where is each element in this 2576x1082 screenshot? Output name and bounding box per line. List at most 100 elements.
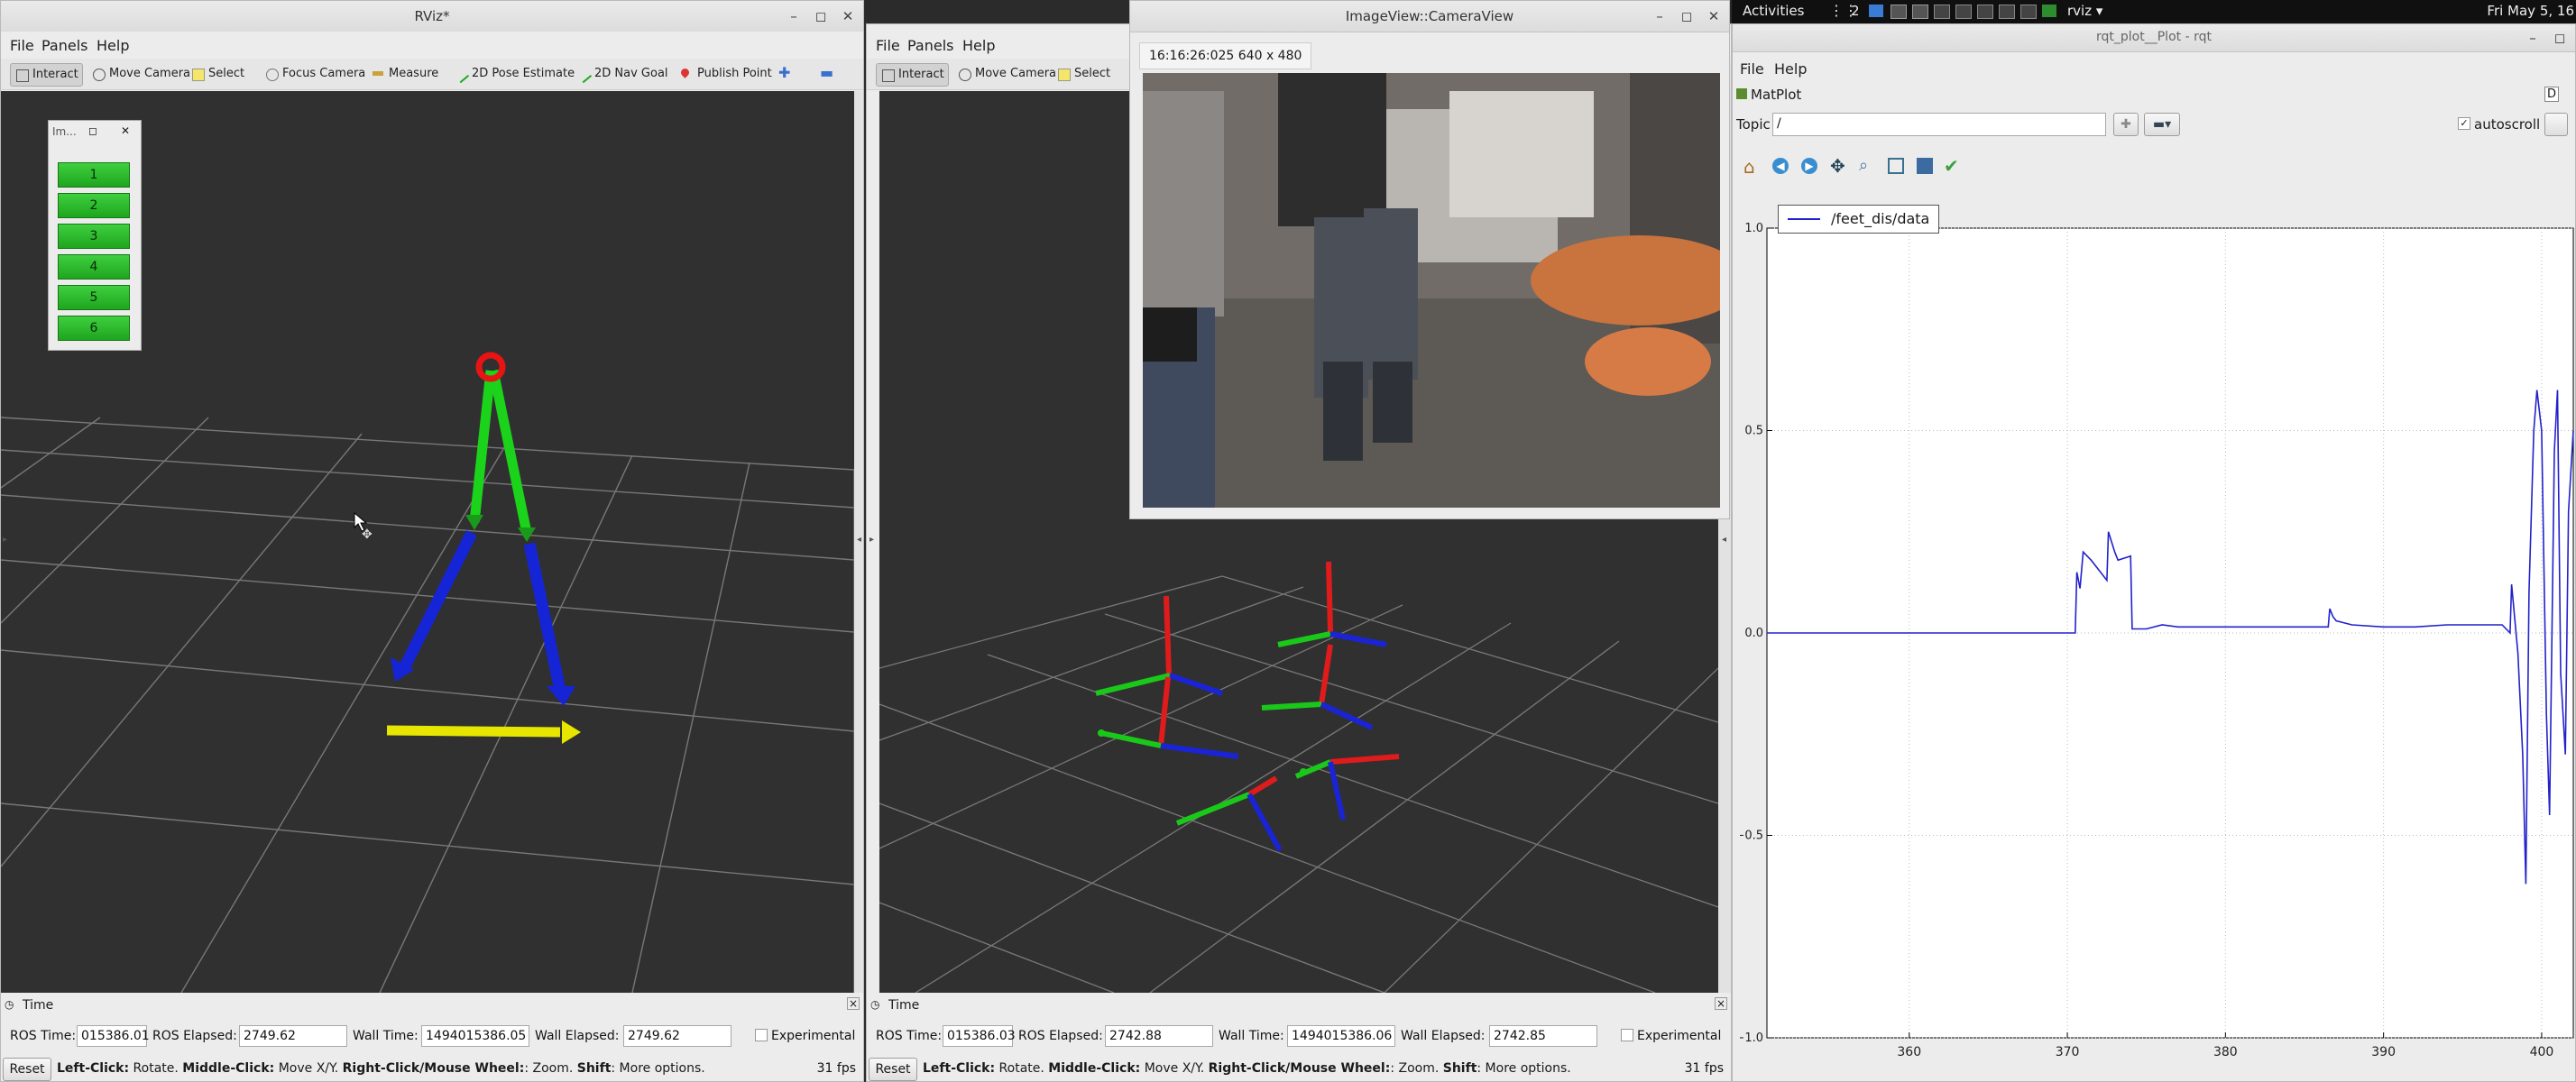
topic-label: Topic xyxy=(1736,116,1771,133)
collapse-right-icon[interactable]: ◂ xyxy=(857,535,861,545)
taskbar-window-icon[interactable] xyxy=(1869,5,1883,17)
experimental-checkbox[interactable] xyxy=(755,1029,768,1041)
experimental-checkbox[interactable] xyxy=(1621,1029,1633,1041)
remove-topic-button[interactable]: ▬▾ xyxy=(2144,113,2180,136)
interact-icon xyxy=(16,69,29,82)
collapse-left-icon[interactable]: ▸ xyxy=(869,535,874,545)
save-icon[interactable] xyxy=(1917,158,1933,174)
menu-help[interactable]: Help xyxy=(1774,60,1807,78)
panel-button-6[interactable]: 6 xyxy=(58,316,130,341)
workspace-indicator[interactable]: 2 xyxy=(1851,3,1860,19)
panel-button-1[interactable]: 1 xyxy=(58,162,130,188)
remove-tool-icon[interactable]: ▬ xyxy=(820,64,833,81)
rqt-titlebar[interactable]: rqt_plot__Plot - rqt – ◻ xyxy=(1733,24,2575,52)
collapse-right-icon[interactable]: ◂ xyxy=(1722,535,1726,545)
tool-publish-point[interactable]: Publish Point xyxy=(676,63,776,85)
hint-bold: Shift xyxy=(1442,1061,1477,1076)
tool-interact[interactable]: Interact xyxy=(10,63,83,87)
tool-2d-pose-estimate[interactable]: 2D Pose Estimate xyxy=(450,63,578,85)
panel-button-4[interactable]: 4 xyxy=(58,254,130,280)
menu-file[interactable]: File xyxy=(1740,60,1764,78)
tool-focus-camera[interactable]: Focus Camera xyxy=(261,63,369,85)
minimize-icon[interactable]: – xyxy=(1650,6,1670,26)
tool-move-camera[interactable]: Move Camera xyxy=(953,63,1060,85)
reset-button[interactable]: Reset xyxy=(869,1058,917,1081)
taskbar-window-icon[interactable] xyxy=(1955,5,1972,19)
autoscroll-checkbox[interactable]: ✓ xyxy=(2458,117,2470,130)
activities-button[interactable]: Activities xyxy=(1743,3,1804,19)
tool-select[interactable]: Select xyxy=(1053,63,1114,85)
maximize-icon[interactable]: ◻ xyxy=(2550,28,2570,48)
rviz1-time-panel: ◷ Time × ROS Time: 015386.01 ROS Elapsed… xyxy=(1,995,863,1081)
hint-bold: Middle-Click: xyxy=(1048,1061,1141,1076)
imageview-titlebar[interactable]: ImageView::CameraView – ◻ ✕ xyxy=(1130,1,1729,32)
panel-button-2[interactable]: 2 xyxy=(58,193,130,218)
menu-panels[interactable]: Panels xyxy=(41,37,88,54)
menu-file[interactable]: File xyxy=(876,37,900,54)
ros-elapsed-field[interactable]: 2749.62 xyxy=(239,1025,347,1047)
plot-canvas[interactable]: 360 370 380 390 400 1.0 0.5 0.0 −0.5 −1.0 /feet_d… xyxy=(1734,190,2575,1081)
menu-help[interactable]: Help xyxy=(962,37,995,54)
close-icon[interactable]: ✕ xyxy=(121,124,130,137)
plot-legend: /feet_dis/data xyxy=(1778,205,1940,234)
tool-2d-nav-goal[interactable]: 2D Nav Goal xyxy=(573,63,672,85)
wall-elapsed-field[interactable]: 2749.62 xyxy=(623,1025,731,1047)
ros-elapsed-field[interactable]: 2742.88 xyxy=(1105,1025,1213,1047)
rviz1-3d-viewport[interactable]: ✥ Im... ◻ ✕ 1 2 3 4 5 6 xyxy=(1,91,854,993)
taskbar-window-icon[interactable] xyxy=(1999,5,2015,19)
topic-input[interactable]: / xyxy=(1772,113,2106,136)
menu-file[interactable]: File xyxy=(10,37,34,54)
add-topic-button[interactable]: ✚ xyxy=(2113,113,2139,136)
taskbar-rviz-icon[interactable] xyxy=(1891,5,1907,19)
maximize-icon[interactable]: ◻ xyxy=(811,6,831,26)
edit-axes-icon[interactable]: ✔ xyxy=(1944,155,1959,177)
ros-time-field[interactable]: 015386.01 xyxy=(77,1025,150,1047)
close-icon[interactable]: × xyxy=(1715,997,1727,1010)
reset-button[interactable]: Reset xyxy=(3,1058,51,1081)
add-tool-icon[interactable]: ✚ xyxy=(778,64,790,81)
taskbar-window-icon[interactable] xyxy=(2020,5,2037,19)
tool-measure[interactable]: Measure xyxy=(367,63,442,85)
minimize-icon[interactable]: – xyxy=(2523,28,2543,48)
wall-time-field[interactable]: 1494015386.06 xyxy=(1287,1025,1395,1047)
menu-panels[interactable]: Panels xyxy=(907,37,954,54)
app-menu[interactable]: rviz ▾ xyxy=(2067,3,2102,19)
select-icon xyxy=(192,69,205,81)
plugin-dock-badge[interactable]: D xyxy=(2544,87,2559,102)
panel-button-5[interactable]: 5 xyxy=(58,285,130,310)
wall-time-field[interactable]: 1494015386.05 xyxy=(421,1025,529,1047)
back-icon[interactable]: ◀ xyxy=(1772,158,1789,174)
legend-line-swatch xyxy=(1788,218,1820,220)
hint-text: Move X/Y. xyxy=(274,1061,343,1076)
clock[interactable]: Fri May 5, 16 xyxy=(2487,3,2574,19)
hint-text: Move X/Y. xyxy=(1140,1061,1209,1076)
configure-subplots-icon[interactable] xyxy=(1888,158,1904,174)
hint-bold: Middle-Click: xyxy=(182,1061,275,1076)
taskbar-window-icon[interactable] xyxy=(1934,5,1950,19)
maximize-icon[interactable]: ◻ xyxy=(1677,6,1697,26)
close-icon[interactable]: ✕ xyxy=(838,6,858,26)
taskbar-rviz-icon[interactable] xyxy=(1912,5,1928,19)
rviz1-titlebar[interactable]: RViz* – ◻ ✕ xyxy=(1,1,863,32)
wall-elapsed-label: Wall Elapsed: xyxy=(1401,1029,1486,1043)
pause-button[interactable] xyxy=(2544,113,2568,136)
taskbar-terminal-icon[interactable] xyxy=(2042,5,2056,17)
float-undock-icon[interactable]: ◻ xyxy=(88,124,97,137)
close-icon[interactable]: × xyxy=(847,997,860,1010)
home-icon[interactable]: ⌂ xyxy=(1743,156,1755,178)
taskbar-window-icon[interactable] xyxy=(1977,5,1993,19)
interact-icon xyxy=(882,69,895,82)
wall-elapsed-field[interactable]: 2742.85 xyxy=(1489,1025,1597,1047)
panel-button-3[interactable]: 3 xyxy=(58,224,130,249)
tool-move-camera[interactable]: Move Camera xyxy=(87,63,194,85)
tool-select[interactable]: Select xyxy=(187,63,248,85)
tool-interact[interactable]: Interact xyxy=(876,63,949,87)
minimize-icon[interactable]: – xyxy=(784,6,804,26)
pan-icon[interactable]: ✥ xyxy=(1830,155,1845,177)
zoom-icon[interactable]: ⌕ xyxy=(1859,156,1868,175)
ros-time-field[interactable]: 015386.03 xyxy=(943,1025,1016,1047)
menu-help[interactable]: Help xyxy=(97,37,129,54)
forward-icon[interactable]: ▶ xyxy=(1801,158,1817,174)
close-icon[interactable]: ✕ xyxy=(1704,6,1724,26)
collapse-left-icon[interactable]: ▸ xyxy=(3,535,7,545)
